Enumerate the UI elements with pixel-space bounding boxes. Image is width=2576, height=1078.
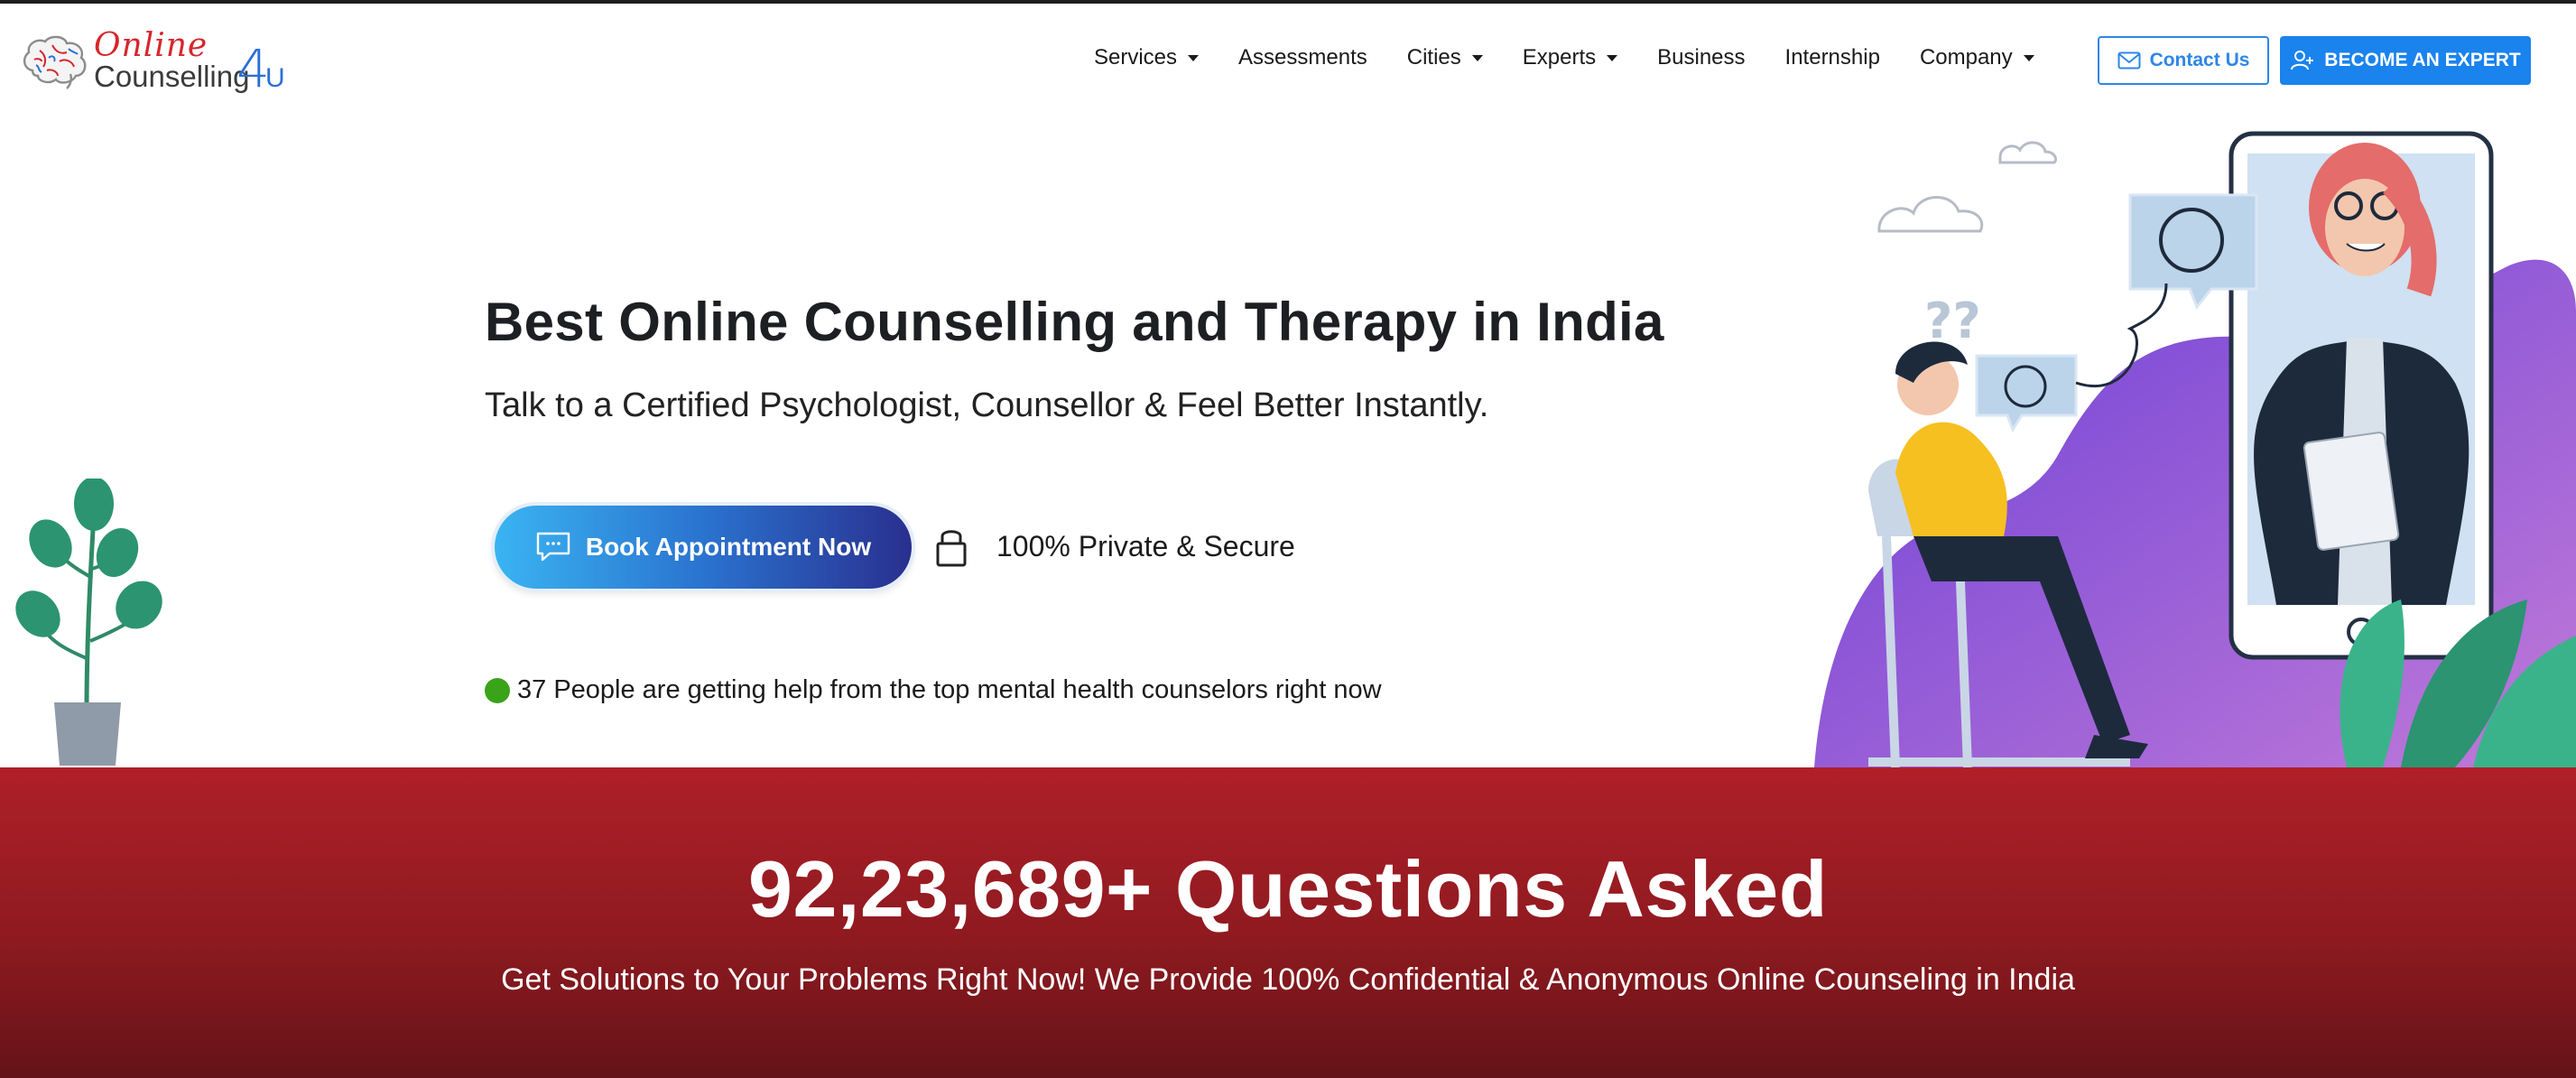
- lock-icon: [936, 530, 967, 567]
- site-header: Online Counselling 4 U Services Assessme…: [0, 4, 2576, 112]
- nav-internship-label: Internship: [1784, 45, 1880, 70]
- become-expert-button[interactable]: BECOME AN EXPERT: [2280, 36, 2531, 85]
- contact-us-label: Contact Us: [2149, 50, 2250, 70]
- nav-company-label: Company: [1919, 45, 2013, 70]
- plant-illustration: [15, 479, 162, 766]
- caret-down-icon: [1471, 54, 1483, 61]
- hero-subtitle: Talk to a Certified Psychologist, Counse…: [485, 386, 1489, 424]
- become-expert-label: BECOME AN EXPERT: [2324, 50, 2521, 70]
- logo-text-online: Online: [94, 27, 208, 64]
- nav-business-label: Business: [1657, 45, 1746, 70]
- main-nav: Services Assessments Cities Experts Busi…: [1074, 45, 2054, 70]
- caret-down-icon: [1188, 54, 1200, 61]
- nav-services-label: Services: [1094, 45, 1178, 70]
- hero-title: Best Online Counselling and Therapy in I…: [485, 292, 1664, 352]
- logo-text-counselling: Counselling: [94, 60, 250, 93]
- private-secure-note: 100% Private & Secure: [933, 524, 1295, 569]
- caret-down-icon: [2023, 54, 2034, 61]
- book-appointment-button[interactable]: Book Appointment Now: [495, 506, 912, 589]
- logo-text-u: U: [265, 63, 285, 93]
- nav-experts[interactable]: Experts: [1503, 45, 1637, 70]
- book-appointment-label: Book Appointment Now: [585, 533, 872, 561]
- nav-internship[interactable]: Internship: [1765, 45, 1900, 70]
- caret-down-icon: [1607, 54, 1618, 61]
- nav-assessments-label: Assessments: [1238, 45, 1367, 70]
- user-plus-icon: [2291, 51, 2314, 70]
- site-logo[interactable]: Online Counselling 4 U: [20, 27, 291, 99]
- nav-company[interactable]: Company: [1900, 45, 2054, 70]
- private-secure-label: 100% Private & Secure: [996, 529, 1295, 562]
- envelope-icon: [2117, 51, 2141, 70]
- nav-services[interactable]: Services: [1074, 45, 1219, 70]
- therapy-illustration: ??: [1814, 131, 2576, 767]
- brain-icon: [23, 35, 87, 89]
- contact-us-button[interactable]: Contact Us: [2098, 36, 2269, 85]
- nav-assessments[interactable]: Assessments: [1219, 45, 1387, 70]
- chat-bubble-icon: [536, 532, 570, 562]
- nav-business[interactable]: Business: [1637, 45, 1765, 70]
- questions-asked-title: 92,23,689+ Questions Asked: [748, 844, 1828, 934]
- questions-asked-subtitle: Get Solutions to Your Problems Right Now…: [501, 962, 2075, 997]
- nav-cities[interactable]: Cities: [1387, 45, 1503, 70]
- live-status: 37 People are getting help from the top …: [485, 675, 1382, 705]
- stats-banner: 92,23,689+ Questions Asked Get Solutions…: [0, 767, 2576, 1078]
- online-status-dot: [485, 677, 510, 703]
- nav-cities-label: Cities: [1406, 45, 1461, 70]
- svg-text:??: ??: [1924, 293, 1981, 349]
- nav-experts-label: Experts: [1522, 45, 1597, 70]
- live-status-text: 37 People are getting help from the top …: [517, 675, 1382, 704]
